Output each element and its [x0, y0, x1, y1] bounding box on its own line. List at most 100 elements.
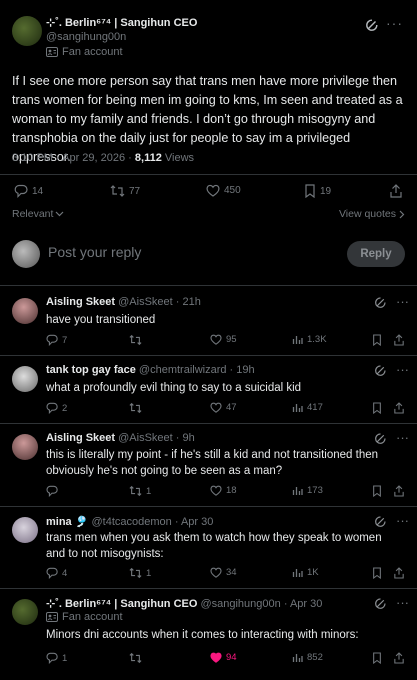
more-options-icon[interactable]: ···: [396, 430, 409, 445]
author-handle[interactable]: @sangihung00n: [46, 31, 126, 43]
share-action[interactable]: [394, 567, 404, 579]
reply-icon: [46, 652, 58, 664]
reply-author-handle[interactable]: @chemtrailwizard: [139, 364, 227, 376]
like-action[interactable]: 450: [206, 184, 241, 197]
grok-icon[interactable]: [374, 296, 387, 309]
bookmark-action[interactable]: [372, 567, 382, 579]
reply-text: trans men when you ask them to watch how…: [46, 532, 382, 560]
repost-action[interactable]: 77: [110, 184, 140, 198]
views-action[interactable]: 1.3K: [292, 334, 327, 345]
grok-icon[interactable]: [374, 364, 387, 377]
current-user-avatar[interactable]: [12, 240, 40, 268]
repost-action[interactable]: 1: [129, 485, 151, 497]
grok-icon[interactable]: [374, 515, 387, 528]
repost-action[interactable]: [129, 652, 146, 664]
reply-avatar[interactable]: [12, 298, 38, 324]
more-options-icon[interactable]: ···: [396, 513, 409, 528]
analytics-icon: [292, 569, 303, 577]
reply-icon: [46, 334, 58, 346]
post-action-bar: 14 77 450 19: [14, 184, 409, 200]
bookmark-action[interactable]: [372, 334, 382, 346]
bookmark-action[interactable]: [372, 652, 382, 664]
like-action[interactable]: 47: [210, 402, 237, 413]
share-icon: [394, 567, 404, 579]
reply-icon: [14, 184, 28, 198]
share-action[interactable]: [394, 334, 404, 346]
repost-action[interactable]: [129, 402, 146, 414]
reply-action[interactable]: 4: [46, 567, 67, 579]
reply-author-name[interactable]: tank top gay face: [46, 364, 136, 376]
post-timestamp[interactable]: 3:10 PM · Apr 29, 2026 ·: [12, 152, 135, 164]
reply-avatar[interactable]: [12, 366, 38, 392]
fan-account-label: Fan account: [62, 611, 123, 623]
repost-action[interactable]: 1: [129, 567, 151, 579]
reply-author-handle[interactable]: @AisSkeet: [118, 296, 173, 308]
bookmark-count: 19: [320, 185, 332, 197]
more-options-icon[interactable]: ···: [396, 595, 409, 610]
reply-author-handle[interactable]: @AisSkeet: [118, 432, 173, 444]
reply-action[interactable]: 1: [46, 652, 67, 664]
repost-count: 77: [129, 185, 141, 197]
analytics-icon: [292, 654, 303, 662]
grok-icon[interactable]: [374, 432, 387, 445]
reply-action[interactable]: 14: [14, 184, 43, 198]
sort-label: Relevant: [12, 208, 54, 220]
share-action[interactable]: [394, 402, 404, 414]
heart-icon: [210, 567, 222, 578]
more-options-icon[interactable]: ···: [396, 362, 409, 377]
reply-avatar[interactable]: [12, 517, 38, 543]
reply-action[interactable]: 7: [46, 334, 67, 346]
reply-author-name[interactable]: mina: [46, 516, 72, 528]
views-action[interactable]: 852: [292, 652, 323, 663]
reply-author-name[interactable]: Aisling Skeet: [46, 432, 115, 444]
reply-text: have you transitioned: [46, 314, 156, 326]
reply-time[interactable]: 21h: [183, 296, 201, 308]
reply-submit-button[interactable]: Reply: [347, 241, 405, 267]
like-action[interactable]: 34: [210, 567, 237, 578]
bookmark-action[interactable]: [372, 485, 382, 497]
reply-icon: [46, 567, 58, 579]
author-name[interactable]: ⊹˚. Berlin⁶⁷⁴ | Sangihun CEO: [46, 16, 197, 29]
reply-action[interactable]: [46, 485, 62, 497]
like-action[interactable]: 94: [210, 652, 237, 663]
like-action[interactable]: 18: [210, 485, 237, 496]
grok-icon[interactable]: [374, 597, 387, 610]
analytics-icon: [292, 487, 303, 495]
repost-action[interactable]: [129, 334, 146, 346]
repost-icon: [110, 185, 125, 197]
more-options-icon[interactable]: ···: [386, 16, 403, 30]
fan-account-label: Fan account: [62, 46, 123, 58]
reply-time[interactable]: 19h: [236, 364, 254, 376]
views-action[interactable]: 417: [292, 402, 323, 413]
reply-count: 1: [62, 652, 68, 664]
reply-author-name[interactable]: Aisling Skeet: [46, 296, 115, 308]
author-avatar[interactable]: [12, 16, 42, 46]
analytics-icon: [292, 404, 303, 412]
reply-avatar[interactable]: [12, 599, 38, 625]
bookmark-action[interactable]: [372, 402, 382, 414]
fan-account-badge: Fan account: [46, 46, 123, 58]
reply-author-name[interactable]: ⊹˚. Berlin⁶⁷⁴ | Sangihun CEO: [46, 598, 197, 610]
reply-count: 2: [62, 402, 68, 414]
reply-input[interactable]: Post your reply: [48, 244, 141, 260]
like-action[interactable]: 95: [210, 334, 237, 345]
bookmark-action[interactable]: 19: [304, 184, 331, 198]
share-action[interactable]: [394, 485, 404, 497]
reply-time[interactable]: Apr 30: [290, 598, 322, 610]
reply-time[interactable]: Apr 30: [181, 516, 213, 528]
view-quotes-link[interactable]: View quotes: [339, 208, 405, 220]
more-options-icon[interactable]: ···: [396, 294, 409, 309]
sort-dropdown[interactable]: Relevant: [12, 208, 64, 220]
reply-author-handle[interactable]: @sangihung00n: [200, 598, 280, 610]
share-action[interactable]: [390, 184, 402, 198]
views-action[interactable]: 1K: [292, 567, 319, 578]
grok-icon[interactable]: [365, 18, 379, 32]
bookmark-icon: [373, 334, 381, 346]
reply-action[interactable]: 2: [46, 402, 67, 414]
divider: [0, 174, 417, 175]
reply-avatar[interactable]: [12, 434, 38, 460]
views-action[interactable]: 173: [292, 485, 323, 496]
share-action[interactable]: [394, 652, 404, 664]
reply-time[interactable]: 9h: [183, 432, 195, 444]
reply-author-handle[interactable]: @t4tcacodemon: [92, 516, 172, 528]
